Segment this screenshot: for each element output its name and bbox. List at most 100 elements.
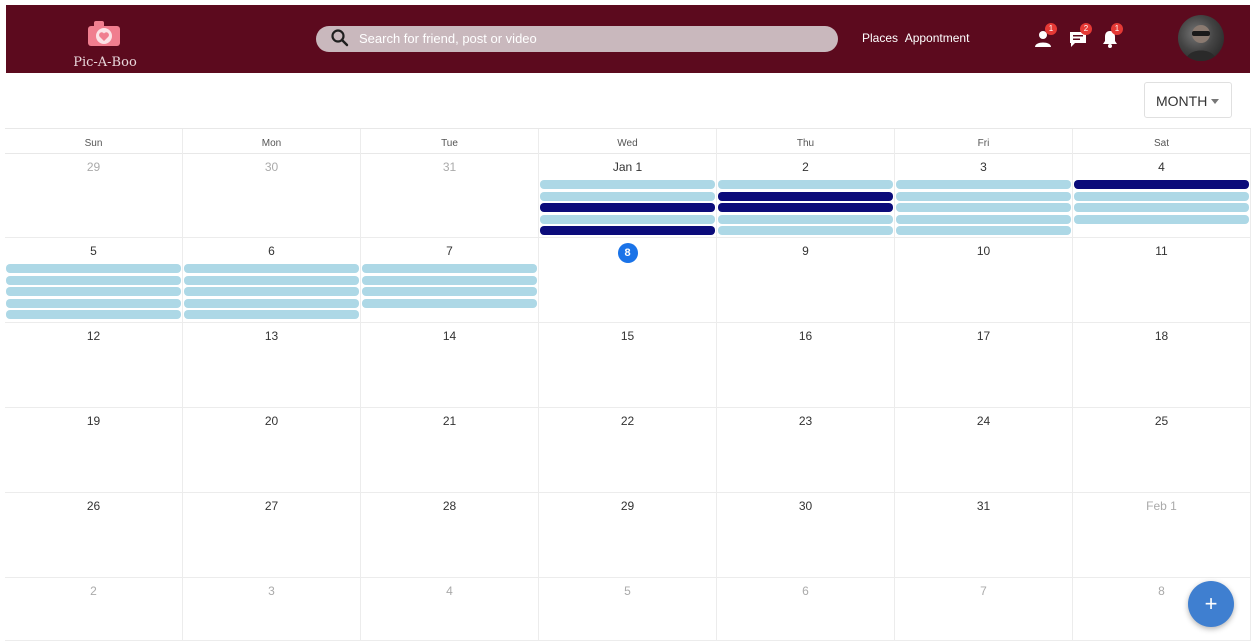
day-number[interactable]: 26	[5, 499, 182, 513]
day-cell[interactable]: 2	[717, 154, 895, 238]
day-cell[interactable]: 31	[895, 493, 1073, 578]
day-number[interactable]: 14	[361, 329, 538, 343]
event-bar[interactable]	[184, 264, 359, 273]
day-number[interactable]: 2	[717, 160, 894, 174]
event-bar[interactable]	[896, 226, 1071, 235]
event-bar[interactable]	[184, 287, 359, 296]
day-number[interactable]: 6	[717, 584, 894, 598]
day-number[interactable]: 11	[1073, 244, 1250, 258]
day-number[interactable]: 2	[5, 584, 182, 598]
day-number[interactable]: 5	[539, 584, 716, 598]
event-bar[interactable]	[6, 264, 181, 273]
messages-button[interactable]: 2	[1068, 23, 1094, 51]
event-bar[interactable]	[6, 310, 181, 319]
event-bar[interactable]	[896, 214, 1071, 224]
event-bar[interactable]	[1074, 191, 1249, 201]
event-bar[interactable]	[896, 191, 1071, 201]
event-bar[interactable]	[362, 298, 537, 308]
day-number[interactable]: 19	[5, 414, 182, 428]
day-cell[interactable]: 14	[361, 323, 539, 408]
event-bar[interactable]	[184, 310, 359, 319]
day-cell[interactable]: 2	[5, 578, 183, 641]
day-cell[interactable]: 18	[1073, 323, 1251, 408]
day-number[interactable]: 20	[183, 414, 360, 428]
day-cell[interactable]: 23	[717, 408, 895, 493]
day-number[interactable]: 7	[895, 584, 1072, 598]
day-number[interactable]: 5	[5, 244, 182, 258]
day-number[interactable]: 12	[5, 329, 182, 343]
day-cell[interactable]: 11	[1073, 238, 1251, 323]
day-number[interactable]: 25	[1073, 414, 1250, 428]
day-cell[interactable]: 25	[1073, 408, 1251, 493]
day-number[interactable]: 21	[361, 414, 538, 428]
day-cell[interactable]: 15	[539, 323, 717, 408]
day-cell[interactable]: 13	[183, 323, 361, 408]
event-bar[interactable]	[718, 203, 893, 212]
event-bar[interactable]	[718, 191, 893, 201]
day-cell[interactable]: 29	[539, 493, 717, 578]
day-number[interactable]: 6	[183, 244, 360, 258]
event-bar[interactable]	[6, 298, 181, 308]
day-cell[interactable]: 7	[895, 578, 1073, 641]
day-number[interactable]: 16	[717, 329, 894, 343]
day-cell[interactable]: Jan 1	[539, 154, 717, 238]
day-number[interactable]: 7	[361, 244, 538, 258]
day-number[interactable]: 9	[717, 244, 894, 258]
event-bar[interactable]	[362, 264, 537, 273]
day-number[interactable]: 10	[895, 244, 1072, 258]
day-cell[interactable]: Feb 1	[1073, 493, 1251, 578]
search-input[interactable]: Search for friend, post or video	[359, 31, 537, 46]
day-cell[interactable]: 31	[361, 154, 539, 238]
nav-link-appointment[interactable]: Appontment	[905, 31, 970, 45]
day-cell[interactable]: 12	[5, 323, 183, 408]
view-selector-dropdown[interactable]: MONTH	[1144, 82, 1232, 118]
day-number[interactable]: 13	[183, 329, 360, 343]
day-number[interactable]: 31	[361, 160, 538, 174]
day-number[interactable]: 30	[717, 499, 894, 513]
day-cell[interactable]: 27	[183, 493, 361, 578]
event-bar[interactable]	[540, 180, 715, 189]
day-cell[interactable]: 21	[361, 408, 539, 493]
event-bar[interactable]	[718, 226, 893, 235]
day-cell[interactable]: 30	[717, 493, 895, 578]
day-number[interactable]: 27	[183, 499, 360, 513]
day-cell[interactable]: 9	[717, 238, 895, 323]
day-cell[interactable]: 24	[895, 408, 1073, 493]
event-bar[interactable]	[718, 180, 893, 189]
day-cell[interactable]: 3	[895, 154, 1073, 238]
day-cell[interactable]: 4	[1073, 154, 1251, 238]
day-number[interactable]: 30	[183, 160, 360, 174]
day-number[interactable]: 22	[539, 414, 716, 428]
day-number[interactable]: Feb 1	[1073, 499, 1250, 513]
day-cell[interactable]: 22	[539, 408, 717, 493]
day-number[interactable]: 23	[717, 414, 894, 428]
event-bar[interactable]	[184, 275, 359, 285]
day-cell[interactable]: 8	[539, 238, 717, 323]
day-cell[interactable]: 19	[5, 408, 183, 493]
day-cell[interactable]: 7	[361, 238, 539, 323]
search-bar[interactable]: Search for friend, post or video	[316, 26, 838, 52]
event-bar[interactable]	[540, 191, 715, 201]
event-bar[interactable]	[6, 275, 181, 285]
day-number[interactable]: 3	[895, 160, 1072, 174]
event-bar[interactable]	[540, 226, 715, 235]
day-cell[interactable]: 20	[183, 408, 361, 493]
day-cell[interactable]: 5	[539, 578, 717, 641]
user-avatar[interactable]	[1178, 15, 1224, 61]
day-cell[interactable]: 16	[717, 323, 895, 408]
day-cell[interactable]: 6	[183, 238, 361, 323]
day-cell[interactable]: 6	[717, 578, 895, 641]
day-cell[interactable]: 10	[895, 238, 1073, 323]
event-bar[interactable]	[718, 214, 893, 224]
day-cell[interactable]: 4	[361, 578, 539, 641]
event-bar[interactable]	[540, 214, 715, 224]
day-number[interactable]: Jan 1	[539, 160, 716, 174]
day-number[interactable]: 4	[1073, 160, 1250, 174]
event-bar[interactable]	[1074, 203, 1249, 212]
event-bar[interactable]	[1074, 180, 1249, 189]
friend-request-button[interactable]: 1	[1034, 23, 1060, 51]
notifications-button[interactable]: 1	[1100, 23, 1126, 51]
day-cell[interactable]: 5	[5, 238, 183, 323]
event-bar[interactable]	[362, 287, 537, 296]
event-bar[interactable]	[184, 298, 359, 308]
